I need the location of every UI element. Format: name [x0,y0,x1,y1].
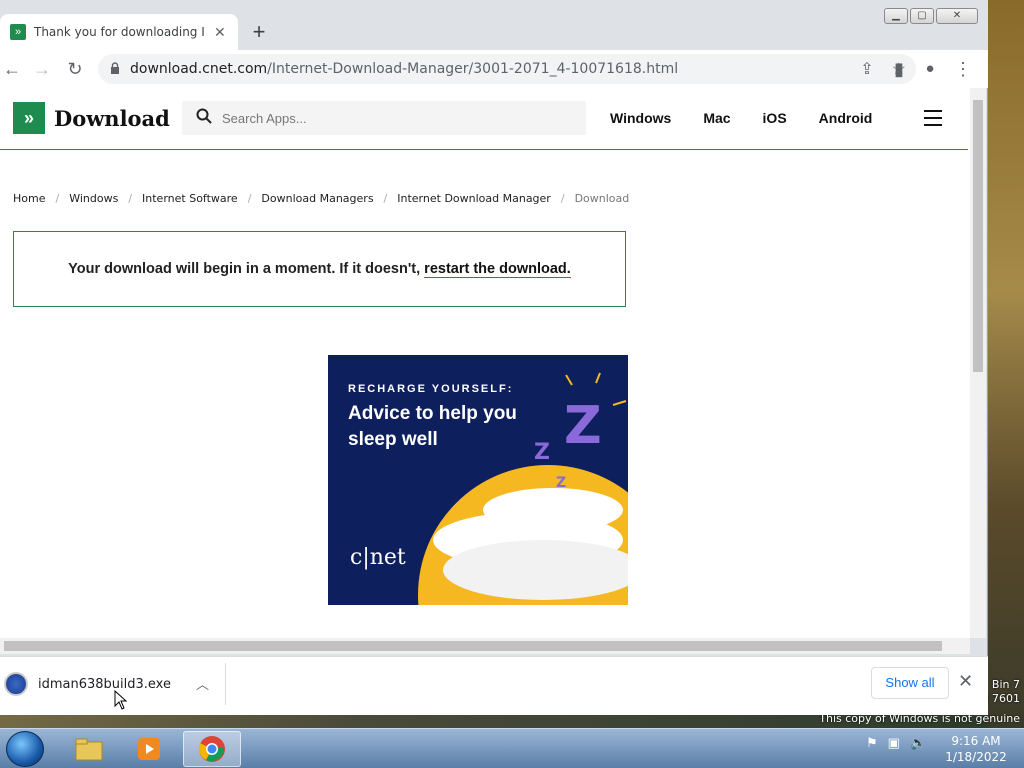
notice-text: Your download will begin in a moment. If… [68,261,421,277]
breadcrumb-current: Download [574,192,630,205]
platform-nav: Windows Mac iOS Android [610,110,872,126]
breadcrumb-internet-software[interactable]: Internet Software [142,192,238,205]
nav-android[interactable]: Android [819,110,873,126]
system-tray: ⚑ ▣ 🔈 [866,735,926,751]
site-header: » Download Search Apps... Windows Mac iO… [0,88,968,150]
show-all-button[interactable]: Show all [871,667,949,699]
volume-icon[interactable]: 🔈 [910,735,926,751]
download-file-name: idman638build3.exe [38,676,171,692]
restart-download-link[interactable]: restart the download. [424,261,571,278]
horizontal-scroll-thumb[interactable] [4,641,942,651]
vertical-scroll-thumb[interactable] [973,100,983,372]
cnet-logo: c|net [350,545,406,570]
horizontal-scrollbar[interactable] [0,638,970,654]
reload-icon[interactable]: ↻ [64,58,86,80]
clock-time: 9:16 AM [951,734,1001,748]
shelf-divider [225,663,226,705]
start-button[interactable] [6,731,44,767]
desktop-background [988,0,1024,728]
back-arrow-icon[interactable]: ← [1,58,23,80]
download-favicon-icon: » [10,24,26,40]
media-player-icon [138,738,160,760]
vertical-scrollbar[interactable] [970,88,986,638]
site-logo-text[interactable]: Download [54,106,170,131]
profile-avatar-icon[interactable]: ● [919,58,941,80]
chrome-icon [198,736,225,762]
breadcrumb-windows[interactable]: Windows [69,192,118,205]
new-tab-button[interactable]: + [248,20,270,44]
nav-windows[interactable]: Windows [610,110,671,126]
taskbar-clock[interactable]: 9:16 AM 1/18/2022 [940,733,1012,765]
window-close-button[interactable]: ✕ [936,8,978,24]
taskbar: ⚑ ▣ 🔈 9:16 AM 1/18/2022 [0,728,1024,768]
address-bar[interactable]: download.cnet.com/Internet-Download-Mana… [98,54,916,84]
tab-active[interactable]: » Thank you for downloading Inter ✕ [0,14,238,50]
chrome-taskbar-button[interactable] [183,731,241,767]
action-center-icon[interactable]: ⚑ [866,735,878,751]
svg-text:Z: Z [556,475,566,491]
breadcrumb-home[interactable]: Home [13,192,45,205]
mouse-cursor-icon [114,690,128,710]
lock-icon [110,61,120,77]
download-item[interactable]: idman638build3.exe ︿ [4,669,222,699]
nav-mac[interactable]: Mac [703,110,730,126]
minimize-button[interactable]: ▁ [884,8,908,24]
breadcrumb-idm[interactable]: Internet Download Manager [397,192,551,205]
tab-title: Thank you for downloading Inter [34,25,204,39]
exe-file-icon [4,672,28,696]
download-shelf: idman638build3.exe ︿ Show all ✕ [0,656,988,715]
browser-toolbar: ← → ↻ download.cnet.com/Internet-Downloa… [0,50,988,88]
breadcrumb-download-managers[interactable]: Download Managers [261,192,373,205]
search-icon [196,108,212,129]
advertisement[interactable]: Z Z Z RECHARGE YOURSELF: Advice to help … [328,355,628,605]
download-notice: Your download will begin in a moment. If… [13,231,626,307]
svg-text:Z: Z [564,396,602,456]
clock-date: 1/18/2022 [945,750,1007,764]
forward-arrow-icon[interactable]: → [31,58,53,80]
nav-ios[interactable]: iOS [763,110,787,126]
explorer-taskbar-button[interactable] [60,731,118,767]
window-controls: ▁ ▢ ✕ [884,8,978,24]
url-path: /Internet-Download-Manager/3001-2071_4-1… [267,61,679,77]
search-placeholder: Search Apps... [222,110,307,126]
maximize-button[interactable]: ▢ [910,8,934,24]
media-player-taskbar-button[interactable] [120,731,178,767]
chevron-up-icon[interactable]: ︿ [196,674,209,693]
url-text: download.cnet.com/Internet-Download-Mana… [130,61,678,77]
folder-icon [75,738,103,761]
url-host: download.cnet.com [130,61,268,77]
hamburger-menu-icon[interactable] [924,110,942,126]
ad-kicker: RECHARGE YOURSELF: [348,383,514,395]
download-logo-icon[interactable]: » [13,102,45,134]
page-viewport: » Download Search Apps... Windows Mac iO… [0,88,970,638]
ad-headline: Advice to help you sleep well [348,403,517,450]
side-panel-icon[interactable]: ▮ [888,58,910,80]
network-icon[interactable]: ▣ [888,735,900,751]
tab-strip: » Thank you for downloading Inter ✕ + ▁ … [0,0,988,50]
tab-close-icon[interactable]: ✕ [214,24,226,41]
share-icon[interactable]: ⇪ [860,59,873,79]
breadcrumb: Home / Windows / Internet Software / Downlo… [13,192,630,205]
svg-text:Z: Z [534,440,550,465]
shelf-close-icon[interactable]: ✕ [958,671,973,692]
menu-kebab-icon[interactable]: ⋮ [952,58,974,80]
site-search-input[interactable]: Search Apps... [182,101,586,135]
